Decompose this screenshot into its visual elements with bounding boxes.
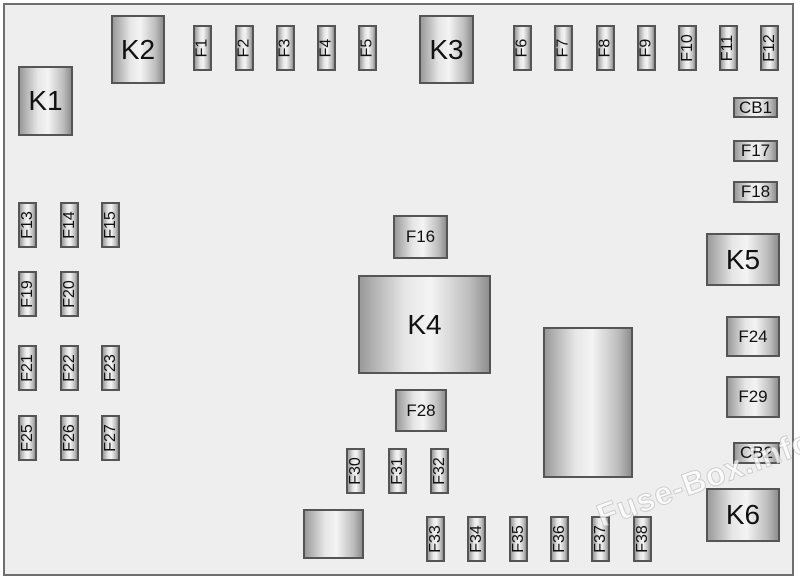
fuse-f8: F8 <box>596 25 615 71</box>
component-label: F21 <box>18 354 36 382</box>
component-label: F32 <box>430 457 448 485</box>
relay-k4: K4 <box>358 275 491 374</box>
component-label: K6 <box>725 499 761 530</box>
fuse-f37: F37 <box>591 516 610 562</box>
relay-k6: K6 <box>706 488 780 542</box>
fuse-f23: F23 <box>101 345 120 391</box>
component-label: F23 <box>101 354 119 382</box>
component-label: F38 <box>633 525 651 553</box>
component-label: F1 <box>193 38 211 58</box>
fuse-f24: F24 <box>726 316 780 357</box>
fuse-f35: F35 <box>509 516 528 562</box>
component-label: F10 <box>678 34 696 62</box>
fuse-f20: F20 <box>60 271 79 317</box>
component-label: F9 <box>637 38 655 58</box>
fuse-f33: F33 <box>426 516 445 562</box>
component-label: K4 <box>407 308 442 340</box>
component-label: CB1 <box>738 97 773 117</box>
component-label: F13 <box>18 211 36 239</box>
component-label: CB2 <box>739 443 774 462</box>
fuse-f21: F21 <box>18 345 37 391</box>
relay-k1: K1 <box>18 66 73 136</box>
component-label: F22 <box>60 354 78 382</box>
component-label: K2 <box>120 33 156 65</box>
fuse-f15: F15 <box>101 202 120 248</box>
component-label: F18 <box>740 182 771 201</box>
fuse-f38: F38 <box>633 516 652 562</box>
fuse-f17: F17 <box>733 140 778 162</box>
fuse-f22: F22 <box>60 345 79 391</box>
component-label: F4 <box>317 38 335 58</box>
fuse-f2: F2 <box>235 25 254 71</box>
fuse-f14: F14 <box>60 202 79 248</box>
fuse-f4: F4 <box>317 25 336 71</box>
component-label: F6 <box>513 38 531 58</box>
relay-k2: K2 <box>111 15 165 84</box>
breaker-cb2: CB2 <box>733 442 780 464</box>
blank-large <box>543 327 633 478</box>
fuse-f16: F16 <box>393 215 448 259</box>
component-label: F15 <box>101 211 119 239</box>
component-label: F12 <box>760 34 778 62</box>
fuse-f3: F3 <box>276 25 295 71</box>
component-label: F25 <box>18 424 36 452</box>
component-label: F37 <box>591 525 609 553</box>
fuse-f5: F5 <box>358 25 377 71</box>
fuse-f30: F30 <box>346 448 365 494</box>
component-label: F3 <box>276 38 294 58</box>
fuse-f29: F29 <box>726 376 780 418</box>
fuse-f34: F34 <box>467 516 486 562</box>
fuse-f18: F18 <box>733 181 778 203</box>
component-label: F19 <box>18 280 36 308</box>
fuse-f26: F26 <box>60 415 79 461</box>
component-label: K3 <box>429 33 464 65</box>
component-label: F16 <box>405 227 436 246</box>
fuse-f7: F7 <box>554 25 573 71</box>
fuse-f19: F19 <box>18 271 37 317</box>
component-label: F11 <box>719 34 737 62</box>
component-label: F31 <box>388 457 406 485</box>
component-label: F29 <box>738 387 768 406</box>
component-label: F2 <box>235 38 253 58</box>
fuse-f13: F13 <box>18 202 37 248</box>
fuse-f32: F32 <box>430 448 449 494</box>
component-label: F24 <box>738 326 768 346</box>
component-label: F26 <box>60 424 78 452</box>
component-label: F35 <box>509 525 527 553</box>
relay-k5: K5 <box>706 233 780 286</box>
fuse-f28: F28 <box>395 389 447 432</box>
component-label: F36 <box>550 525 568 553</box>
component-label: F14 <box>60 211 78 239</box>
fuse-f9: F9 <box>637 25 656 71</box>
component-label: F17 <box>740 141 771 160</box>
component-label: F20 <box>60 280 78 308</box>
component-label: K1 <box>28 85 63 116</box>
component-label: F34 <box>467 525 485 553</box>
component-label: F5 <box>358 38 376 58</box>
component-label: F30 <box>346 457 364 485</box>
relay-k3: K3 <box>419 15 474 84</box>
blank-small <box>303 509 364 559</box>
fuse-f36: F36 <box>550 516 569 562</box>
component-label: F33 <box>426 525 444 553</box>
fuse-f11: F11 <box>719 25 738 71</box>
component-label: F8 <box>596 38 614 58</box>
component-label: F28 <box>406 400 436 420</box>
component-label: K5 <box>725 243 761 275</box>
fuse-f6: F6 <box>513 25 532 71</box>
fuse-f10: F10 <box>678 25 697 71</box>
fuse-f12: F12 <box>760 25 779 71</box>
fuse-f27: F27 <box>101 415 120 461</box>
breaker-cb1: CB1 <box>733 97 778 118</box>
fuse-f31: F31 <box>388 448 407 494</box>
fuse-f25: F25 <box>18 415 37 461</box>
component-label: F27 <box>101 424 119 452</box>
fuse-f1: F1 <box>193 25 212 71</box>
component-label: F7 <box>554 38 572 58</box>
